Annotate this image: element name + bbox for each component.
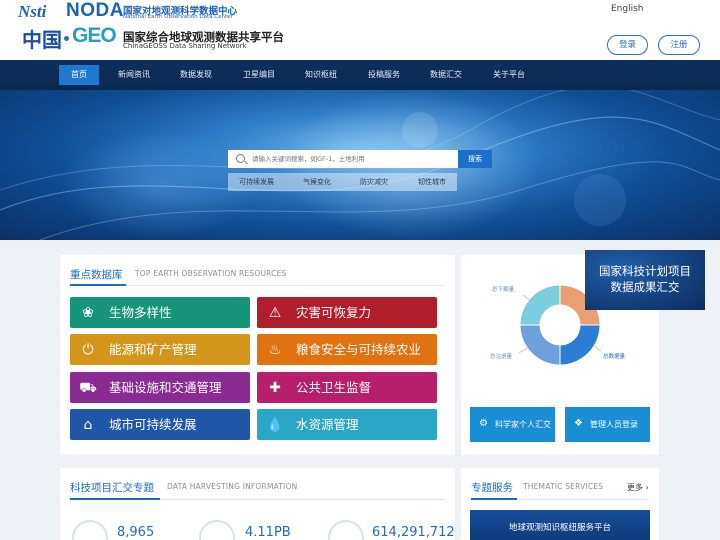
search-button[interactable]: 搜索 — [458, 150, 492, 168]
donut-segment — [519, 324, 561, 366]
resources-subtitle: TOP EARTH OBSERVATION RESOURCES — [135, 269, 287, 278]
resource-tile-label: 水资源管理 — [296, 417, 359, 432]
tag-resilient-city[interactable]: 韧性城市 — [418, 173, 446, 191]
login-button[interactable]: 登录 — [607, 35, 648, 55]
hero-banner: 请输入关键词搜索，如GF-1，土地利用 搜索 可持续发展 气候变化 防灾减灾 韧… — [0, 90, 720, 240]
medical-icon: ✚ — [269, 379, 281, 396]
donut-label-data: 总数据量 — [603, 352, 626, 360]
donut-label-users: 总注册量 — [490, 352, 513, 360]
biodiversity-icon: ❀ — [82, 304, 94, 321]
nav-data-harvest[interactable]: 数据汇交 — [424, 65, 468, 85]
scientist-submit-button[interactable]: ⚙ 科学家个人汇交 — [470, 407, 555, 442]
resource-tile-label: 粮食安全与可持续农业 — [296, 342, 422, 357]
hot-tags: 可持续发展 气候变化 防灾减灾 韧性城市 — [228, 173, 457, 191]
resource-tile-label: 灾害可恢复力 — [296, 305, 372, 320]
water-drop-icon: 💧 — [266, 416, 284, 433]
food-bowl-icon: ♨ — [268, 341, 282, 358]
geo-logo[interactable]: GEO — [72, 24, 117, 48]
title-underline — [70, 498, 160, 500]
title-underline — [70, 284, 126, 286]
language-switch[interactable]: English — [611, 4, 644, 14]
china-logo[interactable]: 中国 — [22, 24, 62, 53]
truck-icon: ⛟ — [79, 379, 97, 396]
title-underline — [471, 498, 517, 500]
database-icon — [72, 520, 108, 540]
resource-tile-label: 公共卫生监督 — [296, 380, 372, 395]
resource-tile[interactable]: ⚠ 灾害可恢复力 — [257, 297, 437, 328]
promo-line-1: 国家科技计划项目 — [599, 264, 691, 278]
resource-tile-label: 基础设施和交通管理 — [109, 380, 222, 395]
search-input[interactable]: 请输入关键词搜索，如GF-1，土地利用 — [228, 150, 458, 168]
resource-tile[interactable]: ⌂ 城市可持续发展 — [70, 409, 250, 440]
noda-title-en: National Earth Observation Data Center — [123, 14, 233, 20]
gear-icon: ⚙ — [479, 418, 488, 429]
more-label: 更多 — [627, 483, 643, 492]
power-icon: ⏻ — [82, 341, 94, 358]
tag-disaster[interactable]: 防灾减灾 — [360, 173, 388, 191]
resources-title: 重点数据库 — [70, 269, 123, 281]
thematic-subtitle: THEMATIC SERVICES — [523, 482, 604, 491]
home-icon: ⌂ — [83, 416, 93, 433]
donut-segment — [519, 284, 561, 326]
nsti-logo[interactable]: Nsti — [18, 2, 46, 22]
nav-satellite-catalog[interactable]: 卫星编目 — [237, 65, 281, 85]
register-button[interactable]: 注册 — [658, 35, 700, 55]
nav-knowledge-hub[interactable]: 知识枢纽 — [299, 65, 343, 85]
thematic-title: 专题服务 — [471, 482, 513, 494]
resource-tile[interactable]: ❀ 生物多样性 — [70, 297, 250, 328]
harvest-title: 科技项目汇交专题 — [70, 482, 154, 494]
tag-sustainable[interactable]: 可持续发展 — [239, 173, 274, 191]
stat-records: 614,291,712 — [372, 525, 455, 540]
promo-line-2: 数据成果汇交 — [610, 280, 680, 294]
site-header: Nsti NODA 国家对地观测科学数据中心 National Earth Ob… — [0, 0, 720, 60]
resource-tile-label: 生物多样性 — [109, 305, 172, 320]
nav-home[interactable]: 首页 — [59, 65, 99, 85]
nav-news[interactable]: 新闻资讯 — [112, 65, 156, 85]
resource-tile[interactable]: ♨ 粮食安全与可持续农业 — [257, 334, 437, 365]
platform-title-en: ChinaGEOSS Data Sharing Network — [123, 42, 247, 50]
resource-tile[interactable]: ⏻ 能源和矿产管理 — [70, 334, 250, 365]
nav-about[interactable]: 关于平台 — [487, 65, 531, 85]
warning-icon: ⚠ — [268, 304, 282, 321]
tag-climate[interactable]: 气候变化 — [303, 173, 331, 191]
project-harvest-banner[interactable]: 国家科技计划项目 数据成果汇交 — [585, 250, 705, 310]
donut-segment — [559, 324, 601, 366]
storage-icon — [199, 520, 235, 540]
resource-tile[interactable]: ⛟ 基础设施和交通管理 — [70, 372, 250, 403]
more-link[interactable]: 更多 › — [627, 482, 649, 493]
stat-volume: 4.11PB — [245, 525, 291, 540]
noda-logo[interactable]: NODA — [66, 0, 124, 22]
admin-login-button[interactable]: ❖ 管理人员登录 — [565, 407, 650, 442]
resource-tile[interactable]: 💧 水资源管理 — [257, 409, 437, 440]
harvest-panel: 科技项目汇交专题 DATA HARVESTING INFORMATION 8,9… — [60, 468, 455, 540]
main-nav: 首页 新闻资讯 数据发现 卫星编目 知识枢纽 投稿服务 数据汇交 关于平台 — [0, 60, 720, 90]
resource-tile[interactable]: ✚ 公共卫生监督 — [257, 372, 437, 403]
chevron-right-icon: › — [645, 483, 649, 492]
scientist-submit-label: 科学家个人汇交 — [495, 420, 551, 429]
layers-icon: ❖ — [574, 418, 583, 429]
donut-label-downloads: 总下载量 — [492, 285, 515, 293]
harvest-subtitle: DATA HARVESTING INFORMATION — [167, 482, 298, 491]
nav-data-discovery[interactable]: 数据发现 — [174, 65, 218, 85]
resource-tile-label: 城市可持续发展 — [109, 417, 197, 432]
stat-projects: 8,965 — [117, 525, 155, 540]
trend-icon — [328, 520, 364, 540]
admin-login-label: 管理人员登录 — [590, 420, 638, 429]
knowledge-hub-card[interactable]: 地球观测知识枢纽服务平台 — [470, 510, 650, 540]
search-icon — [236, 154, 245, 163]
nav-submission[interactable]: 投稿服务 — [362, 65, 406, 85]
logo-dot — [64, 36, 69, 41]
divider — [70, 285, 445, 286]
resource-tile-label: 能源和矿产管理 — [109, 342, 197, 357]
